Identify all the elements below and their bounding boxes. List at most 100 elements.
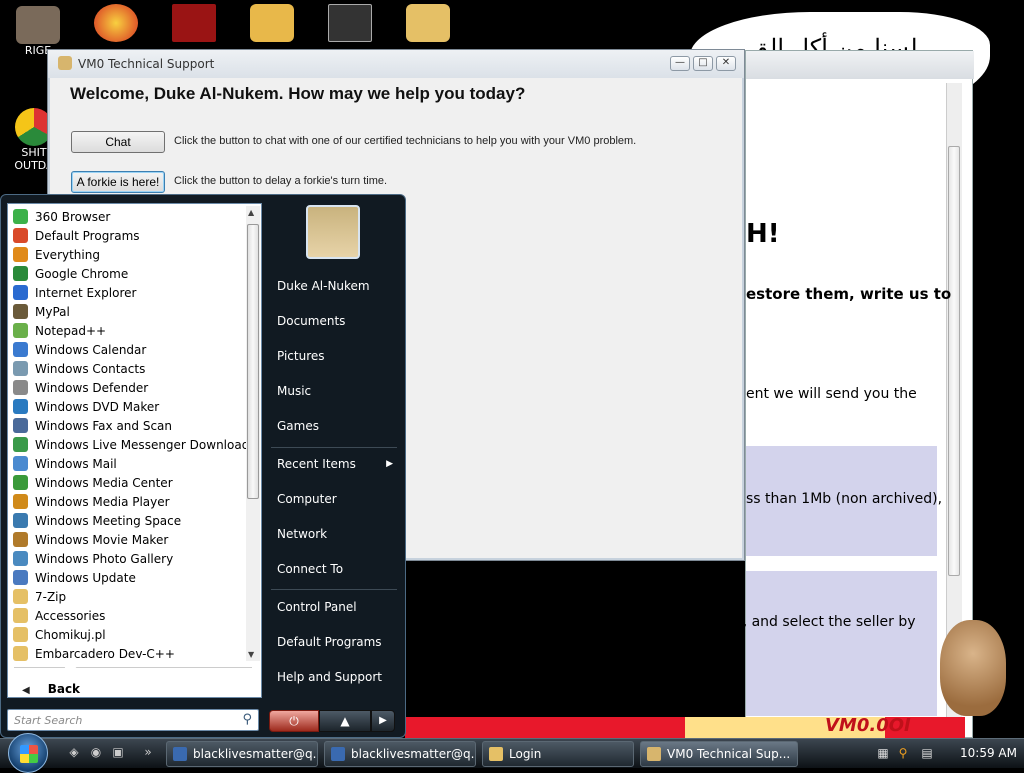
program-item[interactable]: Notepad++ — [13, 322, 245, 341]
maximize-button[interactable]: □ — [693, 56, 713, 71]
vm0-window-titlebar[interactable]: VM0 Technical Support — □ ✕ — [48, 50, 744, 78]
start-item-network[interactable]: Network — [267, 519, 399, 549]
desktop-icon-flash[interactable] — [164, 4, 224, 42]
program-item[interactable]: 360 Browser — [13, 208, 245, 227]
program-list-scrollbar[interactable]: ▲ ▼ — [246, 206, 260, 661]
start-user-name[interactable]: Duke Al-Nukem — [267, 271, 399, 301]
power-icon: ⏻ — [289, 714, 299, 728]
start-item-games[interactable]: Games — [267, 411, 399, 441]
scroll-down-icon[interactable]: ▼ — [248, 650, 254, 659]
start-item-computer[interactable]: Computer — [267, 484, 399, 514]
program-item[interactable]: Windows DVD Maker — [13, 398, 245, 417]
note-line: ins site. You have to register, click 'B… — [406, 614, 916, 630]
note-window-titlebar[interactable] — [746, 51, 974, 79]
divider — [271, 589, 397, 590]
note-line: estore them, write us to — [746, 285, 952, 303]
program-item[interactable]: Windows Defender — [13, 379, 245, 398]
program-item[interactable]: Embarcadero Dev-C++ — [13, 645, 245, 664]
desktop-icon-pidgin[interactable] — [86, 4, 146, 42]
program-item[interactable]: Accessories — [13, 607, 245, 626]
taskbar: ◈ ◉ ▣ » blacklivesmatter@q... blacklives… — [0, 733, 1024, 773]
start-search-input[interactable]: Start Search ⚲ — [7, 709, 259, 731]
start-item-recent-items[interactable]: Recent Items ▶ — [267, 449, 399, 479]
taskbar-button[interactable]: blacklivesmatter@q... — [324, 741, 476, 767]
notepad-icon — [13, 323, 28, 338]
note-line: ent we will send you the — [746, 386, 917, 402]
chat-button[interactable]: Chat — [71, 131, 165, 153]
shutdown-options-button[interactable]: ▶ — [371, 710, 395, 732]
media-player-icon — [13, 494, 28, 509]
tray-search-icon[interactable]: ⚲ — [896, 746, 910, 760]
program-item[interactable]: Windows Update — [13, 569, 245, 588]
program-item[interactable]: MyPal — [13, 303, 245, 322]
program-item[interactable]: Windows Media Player — [13, 493, 245, 512]
start-item-music[interactable]: Music — [267, 376, 399, 406]
program-item[interactable]: Windows Live Messenger Download — [13, 436, 249, 455]
program-list: 360 Browser Default Programs Everything Goo… — [8, 206, 249, 666]
close-button[interactable]: ✕ — [716, 56, 736, 71]
clock[interactable]: 10:59 AM — [960, 746, 1017, 760]
lock-button[interactable]: ▲ — [319, 710, 371, 732]
switch-windows-icon[interactable]: ▣ — [110, 745, 126, 761]
back-arrow-icon: ◀ — [22, 685, 30, 696]
program-list-scrollbar-thumb[interactable] — [247, 224, 259, 499]
taskbar-button[interactable]: Login — [482, 741, 634, 767]
windows-logo-icon — [20, 745, 38, 763]
note-highlight-box — [746, 571, 937, 716]
power-controls: ⏻ ▲ ▶ — [269, 710, 397, 732]
start-item-connect-to[interactable]: Connect To — [267, 554, 399, 584]
power-button[interactable]: ⏻ — [269, 710, 319, 732]
user-avatar[interactable] — [306, 205, 360, 259]
folder-zip-icon — [406, 4, 450, 42]
search-icon[interactable]: ⚲ — [242, 712, 252, 727]
scroll-up-icon[interactable]: ▲ — [248, 208, 254, 217]
program-item[interactable]: Windows Fax and Scan — [13, 417, 245, 436]
vm0-app-icon — [58, 56, 72, 70]
network-icon[interactable]: ▤ — [920, 746, 934, 760]
desktop-icon-terminal[interactable] — [320, 4, 380, 42]
program-item[interactable]: Google Chrome — [13, 265, 245, 284]
start-item-help-and-support[interactable]: Help and Support — [267, 662, 399, 692]
vm0-window-title: VM0 Technical Support — [78, 57, 215, 71]
chrome-icon — [13, 266, 28, 281]
program-item[interactable]: Chomikuj.pl — [13, 626, 245, 645]
firefox-icon[interactable]: ◉ — [88, 745, 104, 761]
default-programs-icon — [13, 228, 28, 243]
divider — [14, 667, 252, 668]
program-item[interactable]: Windows Contacts — [13, 360, 245, 379]
program-item[interactable]: Windows Calendar — [13, 341, 245, 360]
start-item-documents[interactable]: Documents — [267, 306, 399, 336]
program-item[interactable]: Windows Media Center — [13, 474, 245, 493]
program-item[interactable]: Windows Movie Maker — [13, 531, 245, 550]
desktop-icon-hxd[interactable] — [242, 4, 302, 42]
program-item[interactable]: Windows Photo Gallery — [13, 550, 245, 569]
dvd-icon — [13, 399, 28, 414]
note-line: s and beginners guide here: — [406, 689, 603, 705]
show-desktop-icon[interactable]: ◈ — [66, 745, 82, 761]
program-item[interactable]: Windows Mail — [13, 455, 245, 474]
program-item[interactable]: Windows Meeting Space — [13, 512, 245, 531]
start-button[interactable] — [8, 733, 48, 773]
desktop-icon-folder-zip[interactable] — [398, 4, 458, 42]
start-item-control-panel[interactable]: Control Panel — [267, 592, 399, 622]
program-item[interactable]: Default Programs — [13, 227, 245, 246]
program-item[interactable]: Internet Explorer — [13, 284, 245, 303]
photo-icon — [13, 551, 28, 566]
program-item[interactable]: Everything — [13, 246, 245, 265]
start-item-pictures[interactable]: Pictures — [267, 341, 399, 371]
forkie-button[interactable]: A forkie is here! — [71, 171, 165, 193]
taskbar-button-active[interactable]: VM0 Technical Sup... — [640, 741, 798, 767]
program-item[interactable]: 7-Zip — [13, 588, 245, 607]
folder-icon — [13, 627, 28, 642]
start-item-default-programs[interactable]: Default Programs — [267, 627, 399, 657]
taskbar-button[interactable]: blacklivesmatter@q... — [166, 741, 318, 767]
mail-icon — [13, 456, 28, 471]
all-programs-pane: 360 Browser Default Programs Everything Goo… — [7, 203, 262, 698]
minimize-button[interactable]: — — [670, 56, 690, 71]
quicklaunch-more-icon[interactable]: » — [140, 745, 156, 761]
back-button[interactable]: ◀ Back — [22, 682, 80, 696]
window-icon — [331, 747, 345, 761]
tray-app-icon[interactable]: ▦ — [876, 746, 890, 760]
ie-icon — [13, 285, 28, 300]
note-scrollbar-thumb[interactable] — [948, 146, 960, 576]
